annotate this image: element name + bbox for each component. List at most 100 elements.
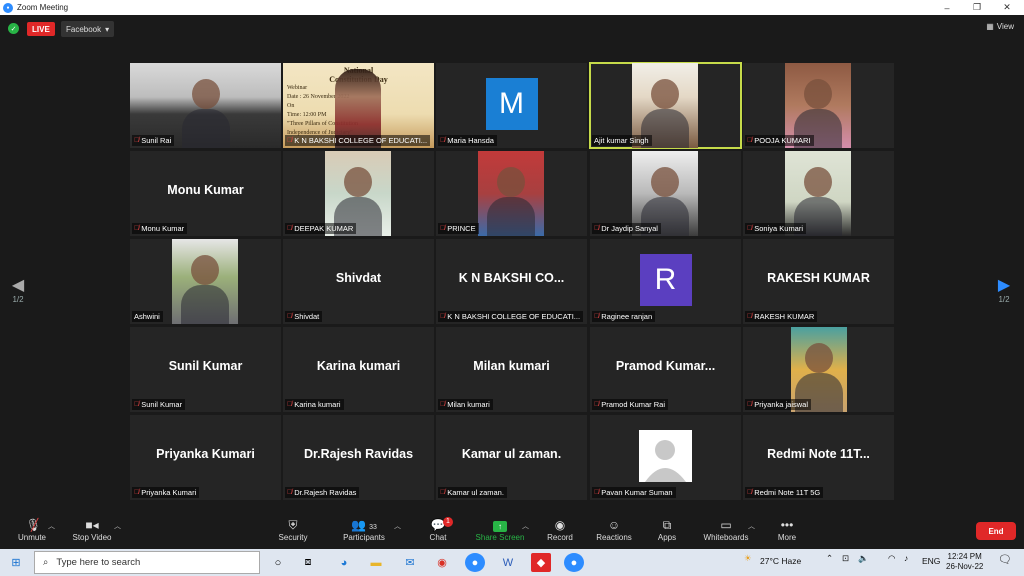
live-badge[interactable]: LIVE xyxy=(27,22,55,36)
chrome-icon[interactable]: ◉ xyxy=(432,553,452,572)
muted-mic-icon: 🎙̸ xyxy=(134,225,140,232)
participant-tile[interactable]: NationalConstitution DayWebinarDate : 26… xyxy=(283,63,434,148)
apps-button[interactable]: ⧉ Apps xyxy=(635,517,699,542)
participant-name-label: 🎙̸ Raginee ranjan xyxy=(592,311,656,322)
person-silhouette xyxy=(805,343,833,373)
whiteboards-caret-icon[interactable]: ︿ xyxy=(748,521,755,531)
arrow-left-icon: ◀ xyxy=(11,277,25,294)
participant-tile[interactable]: Monu Kumar 🎙̸ Monu Kumar xyxy=(130,151,281,236)
participant-display-name: Kamar ul zaman. xyxy=(461,447,562,461)
participant-tile[interactable]: Sunil Kumar 🎙̸ Sunil Kumar xyxy=(130,327,281,412)
prev-page-button[interactable]: ◀ 1/2 xyxy=(8,275,28,304)
apps-icon: ⧉ xyxy=(662,518,672,532)
minimize-button[interactable]: – xyxy=(932,0,962,15)
participant-tile[interactable]: Kamar ul zaman. 🎙̸ Kamar ul zaman. xyxy=(436,415,587,500)
word-icon[interactable]: W xyxy=(498,553,518,572)
volume-icon[interactable]: 🔈 xyxy=(858,553,869,564)
participant-tile[interactable]: R 🎙̸ Raginee ranjan xyxy=(590,239,741,324)
participant-name: Karina kumari xyxy=(294,400,341,409)
share-screen-button[interactable]: ↑ Share Screen ︿ xyxy=(468,517,532,542)
participants-caret-icon[interactable]: ︿ xyxy=(394,521,401,531)
stop-video-button[interactable]: ■◂ Stop Video ︿ xyxy=(60,517,124,542)
language-indicator[interactable]: ENG xyxy=(922,556,940,566)
notifications-icon[interactable]: 🗨 xyxy=(998,553,1012,566)
participant-tile[interactable]: 🎙̸ Dr Jaydip Sanyal xyxy=(590,151,741,236)
participant-tile[interactable]: Shivdat 🎙̸ Shivdat xyxy=(283,239,434,324)
muted-mic-icon: 🎙̸ xyxy=(287,489,293,496)
network-icon[interactable]: ⊡ xyxy=(842,553,849,564)
muted-mic-icon: 🎙̸ xyxy=(287,137,293,144)
participant-tile[interactable]: 🎙̸ Pavan Kumar Suman xyxy=(590,415,741,500)
participant-display-name: Monu Kumar xyxy=(167,183,244,197)
participant-tile[interactable]: Dr.Rajesh Ravidas 🎙̸ Dr.Rajesh Ravidas xyxy=(283,415,434,500)
cortana-icon[interactable]: ○ xyxy=(268,553,288,572)
stream-target-dropdown[interactable]: Facebook ▾ xyxy=(61,21,115,37)
muted-mic-icon: 🎙̸ xyxy=(134,137,140,144)
participant-tile[interactable]: Karina kumari 🎙̸ Karina kumari xyxy=(283,327,434,412)
close-button[interactable]: ✕ xyxy=(992,0,1022,15)
participant-tile[interactable]: 🎙̸ DEEPAK KUMAR xyxy=(283,151,434,236)
participant-name-label: 🎙̸ Milan kumari xyxy=(438,399,493,410)
participant-tile[interactable]: Ajit kumar Singh xyxy=(589,62,742,149)
participant-tile[interactable]: Redmi Note 11T... 🎙̸ Redmi Note 11T 5G xyxy=(743,415,894,500)
participant-name-label: 🎙̸ DEEPAK KUMAR xyxy=(285,223,357,234)
gallery-grid: 🎙̸Sunil RaiNationalConstitution DayWebin… xyxy=(130,62,894,501)
meeting-topbar: ✓ LIVE Facebook ▾ ▦ View xyxy=(0,15,1024,43)
page-indicator-left: 1/2 xyxy=(12,295,24,304)
end-meeting-button[interactable]: End xyxy=(976,522,1016,540)
unmute-options-caret-icon[interactable]: ︿ xyxy=(48,521,55,531)
participant-display-name: Milan kumari xyxy=(473,359,550,373)
clock[interactable]: 12:24 PM 26-Nov-22 xyxy=(946,552,983,572)
more-button[interactable]: ••• More xyxy=(755,517,819,542)
participant-name: Dr Jaydip Sanyal xyxy=(601,224,658,233)
security-shield-icon[interactable]: ✓ xyxy=(8,23,19,34)
windows-start-icon[interactable]: ⊞ xyxy=(6,553,26,572)
participant-tile[interactable]: 🎙̸ Sunil Rai xyxy=(130,63,281,148)
participant-tile[interactable]: 🎙̸ PRINCE xyxy=(436,151,587,236)
participant-tile[interactable]: K N BAKSHI CO... 🎙̸ K N BAKSHI COLLEGE OF … xyxy=(436,239,587,324)
unmute-button[interactable]: 🎙╱ Unmute ︿ xyxy=(0,517,64,542)
participant-tile[interactable]: Milan kumari 🎙̸ Milan kumari xyxy=(436,327,587,412)
participant-tile[interactable]: 🎙̸ Soniya Kumari xyxy=(743,151,894,236)
participant-tile[interactable]: Priyanka Kumari 🎙̸ Priyanka Kumari xyxy=(130,415,281,500)
taskbar-search-box[interactable]: ⌕ Type here to search xyxy=(34,551,260,574)
chat-button[interactable]: 💬 1 Chat xyxy=(406,517,470,542)
zoom-taskbar-icon[interactable]: ● xyxy=(465,553,485,572)
person-silhouette xyxy=(651,167,679,197)
window-title: Zoom Meeting xyxy=(17,3,69,12)
stop-video-label: Stop Video xyxy=(72,533,112,542)
anydesk-icon[interactable]: ◆ xyxy=(531,553,551,572)
security-button[interactable]: ⛨ Security xyxy=(261,517,325,542)
restore-button[interactable]: ❐ xyxy=(962,0,992,15)
wifi-icon[interactable]: ◠ xyxy=(888,553,895,564)
edge-browser-icon[interactable]: ◕ xyxy=(334,553,354,572)
participant-tile[interactable]: M 🎙̸ Maria Hansda xyxy=(436,63,587,148)
muted-mic-icon: 🎙̸ xyxy=(747,225,753,232)
speaker-icon[interactable]: ♪ xyxy=(904,553,908,563)
view-button[interactable]: ▦ View xyxy=(986,22,1014,31)
zoom-meeting-taskbar-icon[interactable]: ● xyxy=(564,553,584,572)
tray-chevron-icon[interactable]: ⌃ xyxy=(826,553,833,564)
file-explorer-icon[interactable]: ▬ xyxy=(366,553,386,572)
participants-button[interactable]: 👥 33 Participants ︿ xyxy=(332,517,401,542)
participant-name: Sunil Kumar xyxy=(141,400,183,409)
view-label: View xyxy=(996,22,1014,31)
video-options-caret-icon[interactable]: ︿ xyxy=(114,521,121,531)
default-user-icon xyxy=(645,440,686,482)
weather-text[interactable]: 27°C Haze xyxy=(760,556,801,566)
participant-tile[interactable]: 🎙̸ Priyanka jaiswal xyxy=(743,327,894,412)
participant-tile[interactable]: RAKESH KUMAR 🎙̸ RAKESH KUMAR xyxy=(743,239,894,324)
participant-name-label: 🎙̸ Dr.Rajesh Ravidas xyxy=(285,487,360,498)
participant-tile[interactable]: Ashwini xyxy=(130,239,281,324)
mail-icon[interactable]: ✉ xyxy=(400,553,420,572)
participant-name-label: 🎙̸ Soniya Kumari xyxy=(745,223,807,234)
person-silhouette xyxy=(191,255,219,285)
participant-name-label: 🎙̸ Redmi Note 11T 5G xyxy=(745,487,824,498)
task-view-icon[interactable]: ⧈ xyxy=(298,553,318,572)
window-titlebar: ● Zoom Meeting – ❐ ✕ xyxy=(0,0,1024,15)
next-page-button[interactable]: ▶ 1/2 xyxy=(994,275,1014,304)
whiteboards-button[interactable]: ▭ Whiteboards ︿ xyxy=(694,517,758,542)
participant-tile[interactable]: Pramod Kumar... 🎙̸ Pramod Kumar Rai xyxy=(590,327,741,412)
participant-tile[interactable]: 🎙̸ POOJA KUMARI xyxy=(743,63,894,148)
muted-mic-icon: 🎙̸ xyxy=(440,489,446,496)
